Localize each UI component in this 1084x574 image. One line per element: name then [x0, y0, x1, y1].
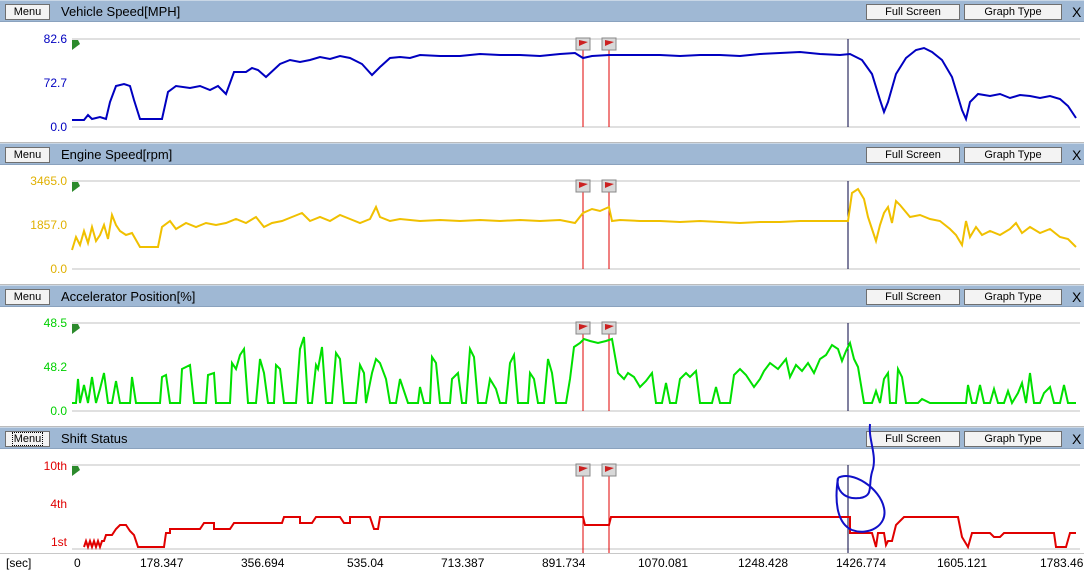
y-tick-max: 3465.0: [30, 174, 67, 188]
flag-icon[interactable]: [601, 463, 617, 477]
vehicle-speed-plot[interactable]: 82.6 72.7 0.0: [0, 22, 1084, 142]
x-tick: 1248.428: [738, 556, 789, 570]
full-screen-button[interactable]: Full Screen: [866, 4, 960, 20]
panel-titlebar: Menu Engine Speed[rpm] Full Screen Graph…: [0, 143, 1084, 165]
x-tick: 1426.774: [836, 556, 887, 570]
y-tick-min: 0.0: [50, 404, 67, 418]
vehicle-speed-series: [72, 46, 1077, 123]
flag-icon[interactable]: [575, 37, 591, 51]
y-tick-mid: 72.7: [44, 76, 68, 90]
menu-button[interactable]: Menu: [5, 289, 50, 305]
x-tick: 535.04: [347, 556, 384, 570]
panel-titlebar: Menu Shift Status Full Screen Graph Type…: [0, 427, 1084, 449]
time-axis-unit: [sec]: [6, 556, 32, 570]
x-tick: 1070.081: [638, 556, 689, 570]
menu-label: Menu: [13, 149, 42, 161]
panel-titlebar: Menu Accelerator Position[%] Full Screen…: [0, 285, 1084, 307]
accelerator-position-panel: Menu Accelerator Position[%] Full Screen…: [0, 285, 1084, 427]
engine-speed-series: [71, 187, 1077, 251]
shift-status-plot[interactable]: 10th 4th 1st: [0, 449, 1084, 553]
corner-marker-icon: [72, 466, 80, 476]
y-tick-min: 1st: [51, 535, 68, 549]
accelerator-position-series: [72, 336, 1076, 406]
full-screen-button[interactable]: Full Screen: [866, 431, 960, 447]
flag-icon[interactable]: [575, 179, 591, 193]
x-tick: 713.387: [441, 556, 485, 570]
panel-titlebar: Menu Vehicle Speed[MPH] Full Screen Grap…: [0, 0, 1084, 22]
panel-title: Engine Speed[rpm]: [61, 147, 173, 162]
x-tick: 0: [74, 556, 81, 570]
menu-label: Menu: [11, 432, 44, 446]
close-button[interactable]: X: [1072, 147, 1081, 163]
graph-type-button[interactable]: Graph Type: [964, 147, 1062, 163]
corner-marker-icon: [72, 324, 80, 334]
x-tick: 1783.46: [1040, 556, 1084, 570]
x-tick: 1605.121: [937, 556, 988, 570]
x-tick: 891.734: [542, 556, 586, 570]
flag-icon[interactable]: [575, 321, 591, 335]
y-tick-mid: 48.2: [44, 360, 68, 374]
menu-label: Menu: [13, 6, 42, 18]
full-screen-button[interactable]: Full Screen: [866, 289, 960, 305]
y-tick-max: 48.5: [44, 316, 68, 330]
panel-title: Accelerator Position[%]: [61, 289, 196, 304]
menu-label: Menu: [13, 291, 42, 303]
y-tick-mid: 1857.0: [30, 218, 67, 232]
graph-type-button[interactable]: Graph Type: [964, 289, 1062, 305]
close-button[interactable]: X: [1072, 4, 1081, 20]
close-button[interactable]: X: [1072, 289, 1081, 305]
y-tick-mid: 4th: [50, 497, 67, 511]
x-tick: 356.694: [241, 556, 285, 570]
close-button[interactable]: X: [1072, 431, 1081, 447]
menu-button[interactable]: Menu: [5, 147, 50, 163]
panel-title: Shift Status: [61, 431, 128, 446]
y-tick-min: 0.0: [50, 262, 67, 276]
graph-type-button[interactable]: Graph Type: [964, 431, 1062, 447]
full-screen-button[interactable]: Full Screen: [866, 147, 960, 163]
accelerator-position-plot[interactable]: 48.5 48.2 0.0: [0, 307, 1084, 427]
shift-status-series: [83, 516, 1076, 551]
y-tick-max: 10th: [44, 459, 67, 473]
graph-type-button[interactable]: Graph Type: [964, 4, 1062, 20]
x-tick: 178.347: [140, 556, 184, 570]
flag-icon[interactable]: [601, 321, 617, 335]
engine-speed-panel: Menu Engine Speed[rpm] Full Screen Graph…: [0, 143, 1084, 285]
y-tick-max: 82.6: [44, 32, 68, 46]
panel-title: Vehicle Speed[MPH]: [61, 4, 181, 19]
vehicle-speed-panel: Menu Vehicle Speed[MPH] Full Screen Grap…: [0, 0, 1084, 142]
y-tick-min: 0.0: [50, 120, 67, 134]
engine-speed-plot[interactable]: 3465.0 1857.0 0.0: [0, 165, 1084, 285]
shift-status-panel: Menu Shift Status Full Screen Graph Type…: [0, 427, 1084, 553]
menu-button[interactable]: Menu: [5, 431, 50, 447]
time-axis: [sec] 0 178.347 356.694 535.04 713.387 8…: [0, 553, 1084, 574]
menu-button[interactable]: Menu: [5, 4, 50, 20]
flag-icon[interactable]: [575, 463, 591, 477]
flag-icon[interactable]: [601, 37, 617, 51]
corner-marker-icon: [72, 40, 80, 50]
corner-marker-icon: [72, 182, 80, 192]
flag-icon[interactable]: [601, 179, 617, 193]
